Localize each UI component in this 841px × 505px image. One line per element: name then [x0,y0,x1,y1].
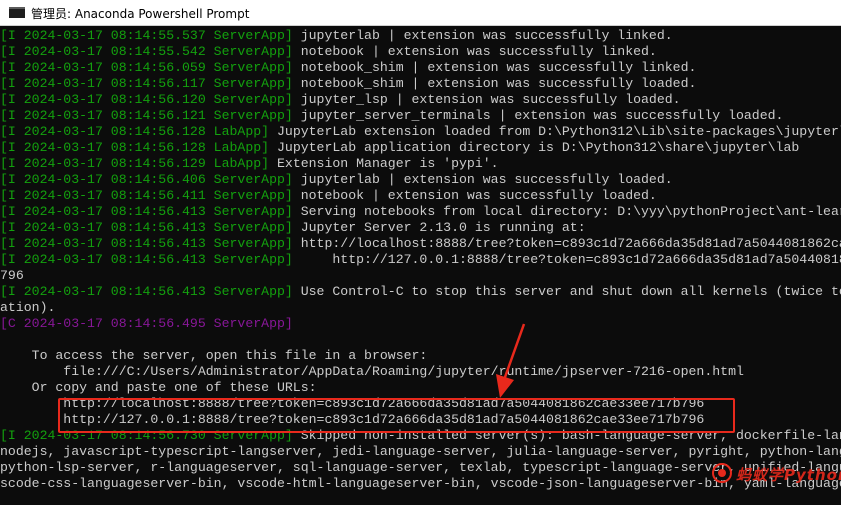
console-line: [I 2024-03-17 08:14:56.121 ServerApp] ju… [0,108,783,124]
log-prefix: [I 2024-03-17 08:14:55.542 ServerApp] [0,44,293,59]
line-text: JupyterLab extension loaded from D:\Pyth… [269,124,841,139]
console-line: [I 2024-03-17 08:14:56.129 LabApp] Exten… [0,156,499,172]
line-text: Use Control-C to stop this server and sh… [300,284,841,299]
line-text: Or copy and paste one of these URLs: [0,380,317,395]
line-text: jupyter_server_terminals | extension was… [292,108,784,123]
log-prefix: [C 2024-03-17 08:14:56.495 ServerApp] [0,316,293,331]
log-prefix: [I 2024-03-17 08:14:56.413 ServerApp] [0,284,293,299]
line-text: file:///C:/Users/Administrator/AppData/R… [0,364,744,379]
line-text: jupyterlab | extension was successfully … [292,28,673,43]
log-prefix: [I 2024-03-17 08:14:56.128 LabApp] [0,124,270,139]
log-prefix: [I 2024-03-17 08:14:56.413 ServerApp] [0,220,293,235]
console-line: [I 2024-03-17 08:14:56.128 LabApp] Jupyt… [0,140,799,156]
url-highlight-box [58,398,735,433]
watermark-text: 蚂蚁学Python [736,466,841,484]
console-line: [C 2024-03-17 08:14:56.495 ServerApp] [0,316,293,332]
line-text: notebook_shim | extension was successful… [292,60,697,75]
log-prefix: [I 2024-03-17 08:14:56.129 LabApp] [0,156,270,171]
log-prefix: [I 2024-03-17 08:14:56.117 ServerApp] [0,76,293,91]
log-prefix: [I 2024-03-17 08:14:56.121 ServerApp] [0,108,293,123]
window-title: 管理员: Anaconda Powershell Prompt [31,7,250,21]
log-prefix: [I 2024-03-17 08:14:56.413 ServerApp] [0,252,293,267]
line-text: notebook_shim | extension was successful… [292,76,697,91]
console-line: [I 2024-03-17 08:14:56.406 ServerApp] ju… [0,172,673,188]
console-line: [I 2024-03-17 08:14:56.413 ServerApp] Se… [0,204,841,220]
console-line: nodejs, javascript-typescript-langserver… [0,444,841,460]
line-text: 796 [0,268,24,283]
console-line: [I 2024-03-17 08:14:56.411 ServerApp] no… [0,188,657,204]
line-text: ation). [0,300,56,315]
line-text: Extension Manager is 'pypi'. [269,156,499,171]
console-line: Or copy and paste one of these URLs: [0,380,317,396]
line-text: Serving notebooks from local directory: … [292,204,841,219]
log-prefix: [I 2024-03-17 08:14:56.059 ServerApp] [0,60,293,75]
console-line: [I 2024-03-17 08:14:56.413 ServerApp] ht… [0,252,841,268]
log-prefix: [I 2024-03-17 08:14:55.537 ServerApp] [0,28,293,43]
window-titlebar: 管理员: Anaconda Powershell Prompt [0,0,841,26]
watermark-logo-icon [712,463,732,483]
console-line: [I 2024-03-17 08:14:56.413 ServerApp] Us… [0,284,841,300]
line-text: http://127.0.0.1:8888/tree?token=c893c1d… [332,252,841,267]
line-text: notebook | extension was successfully li… [292,44,657,59]
line-text: Jupyter Server 2.13.0 is running at: [292,220,586,235]
console-line: [I 2024-03-17 08:14:56.128 LabApp] Jupyt… [0,124,841,140]
line-text: JupyterLab application directory is D:\P… [269,140,800,155]
log-prefix: [I 2024-03-17 08:14:56.413 ServerApp] [0,236,293,251]
console-line: [I 2024-03-17 08:14:56.117 ServerApp] no… [0,76,696,92]
console-line: [I 2024-03-17 08:14:55.542 ServerApp] no… [0,44,657,60]
line-text: To access the server, open this file in … [0,348,428,363]
console-line: To access the server, open this file in … [0,348,428,364]
watermark: 蚂蚁学Python [712,461,841,487]
console-line: [I 2024-03-17 08:14:55.537 ServerApp] ju… [0,28,673,44]
annotation-arrow-icon [496,323,526,398]
console-line: ation). [0,300,55,316]
console-line: [I 2024-03-17 08:14:56.120 ServerApp] ju… [0,92,681,108]
terminal-icon [9,7,25,18]
console-line: [I 2024-03-17 08:14:56.413 ServerApp] ht… [0,236,841,252]
log-prefix: [I 2024-03-17 08:14:56.120 ServerApp] [0,92,293,107]
line-text: notebook | extension was successfully lo… [292,188,657,203]
console-line: [I 2024-03-17 08:14:56.059 ServerApp] no… [0,60,696,76]
log-prefix: [I 2024-03-17 08:14:56.411 ServerApp] [0,188,293,203]
line-text: jupyter_lsp | extension was successfully… [292,92,681,107]
log-prefix: [I 2024-03-17 08:14:56.413 ServerApp] [0,204,293,219]
log-prefix: [I 2024-03-17 08:14:56.406 ServerApp] [0,172,293,187]
console-line: 796 [0,268,24,284]
line-text: http://localhost:8888/tree?token=c893c1d… [300,236,841,251]
line-text: jupyterlab | extension was successfully … [292,172,673,187]
console-output[interactable]: [I 2024-03-17 08:14:55.537 ServerApp] ju… [0,26,841,505]
console-line: file:///C:/Users/Administrator/AppData/R… [0,364,744,380]
console-line: [I 2024-03-17 08:14:56.413 ServerApp] Ju… [0,220,586,236]
log-prefix: [I 2024-03-17 08:14:56.128 LabApp] [0,140,270,155]
line-text: nodejs, javascript-typescript-langserver… [0,444,841,459]
